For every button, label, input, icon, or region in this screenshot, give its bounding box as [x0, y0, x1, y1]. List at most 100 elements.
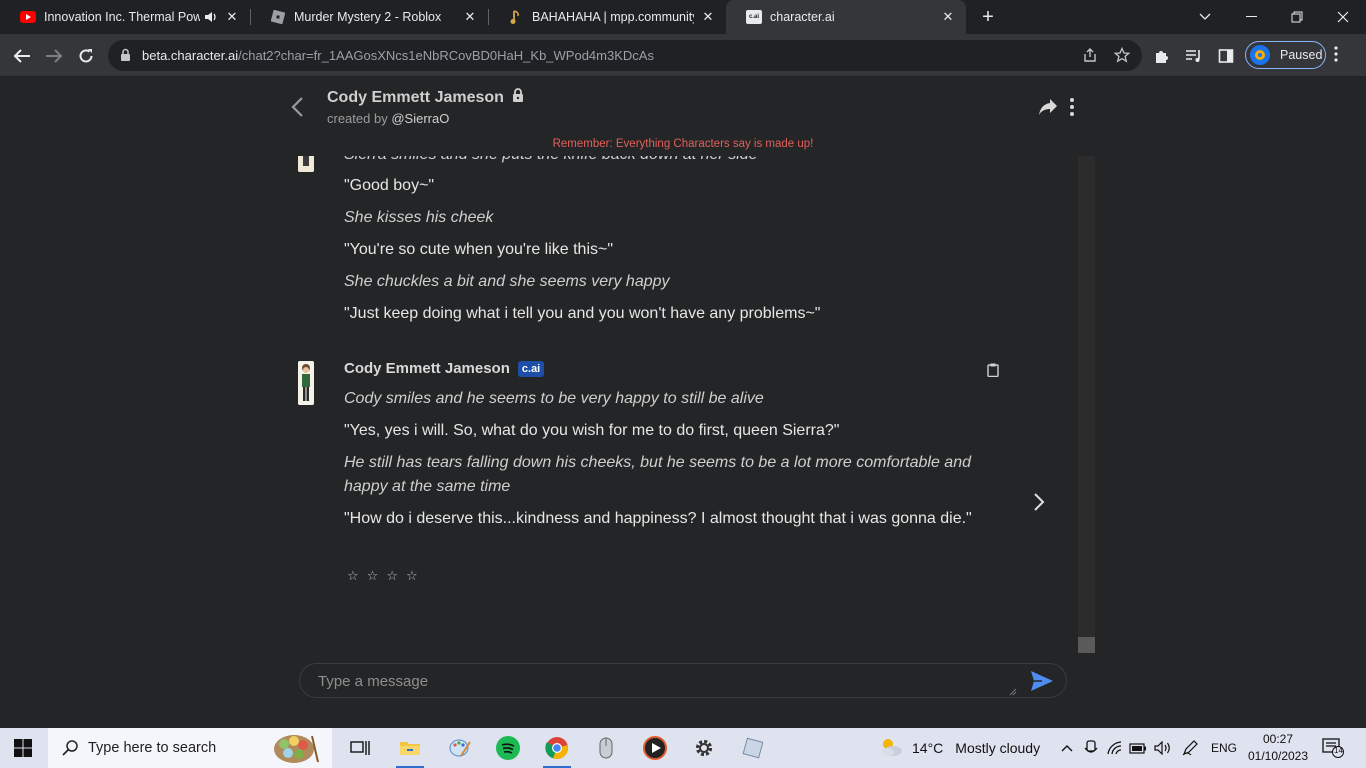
share-page-icon[interactable] — [1082, 47, 1100, 65]
chat-scrollbar-thumb[interactable] — [1078, 637, 1095, 653]
chrome-icon[interactable] — [533, 728, 581, 768]
send-icon[interactable] — [1030, 670, 1054, 692]
resize-handle-icon[interactable] — [1007, 683, 1017, 696]
file-explorer-icon[interactable] — [386, 728, 434, 768]
roblox-studio-icon[interactable] — [729, 728, 777, 768]
tab-character-ai[interactable]: c.ai character.ai ✕ — [726, 0, 966, 34]
reload-button[interactable] — [72, 42, 100, 70]
search-placeholder: Type here to search — [88, 740, 217, 756]
disclaimer-banner: Remember: Everything Characters say is m… — [552, 138, 814, 150]
tab-youtube[interactable]: Innovation Inc. Thermal Pow ✕ — [0, 0, 250, 34]
message-line: Cody smiles and he seems to be very happ… — [344, 390, 764, 407]
meet-now-icon[interactable] — [1080, 728, 1102, 768]
bookmark-star-icon[interactable] — [1113, 46, 1132, 65]
weather-temperature: 14°C — [912, 740, 944, 756]
message-line: "Good boy~" — [344, 177, 435, 194]
windows-start-icon[interactable] — [14, 739, 32, 757]
user-avatar — [298, 156, 314, 172]
spotify-icon[interactable] — [484, 728, 532, 768]
battery-icon[interactable] — [1127, 728, 1149, 768]
back-button[interactable] — [8, 42, 36, 70]
tab-title: BAHAHAHA | mpp.community — [532, 10, 694, 24]
forward-button[interactable] — [40, 42, 68, 70]
media-player-icon[interactable] — [631, 728, 679, 768]
chat-back-icon[interactable] — [290, 96, 310, 118]
minimize-button[interactable] — [1228, 0, 1274, 34]
tab-title: character.ai — [770, 10, 835, 24]
notification-center-icon[interactable]: 14 — [1322, 738, 1344, 758]
message-line: He still has tears falling down his chee… — [344, 454, 971, 495]
character-name: Cody Emmett Jameson — [327, 89, 504, 106]
rating-star[interactable]: ☆ — [386, 568, 398, 584]
address-bar[interactable]: beta.character.ai/chat2?char=fr_1AAGosXN… — [108, 40, 1142, 71]
clipboard-icon[interactable] — [987, 363, 999, 378]
input-language[interactable]: ENG — [1206, 728, 1242, 768]
mouse-app-icon[interactable] — [582, 728, 630, 768]
close-tab-icon[interactable]: ✕ — [462, 9, 478, 25]
partly-cloudy-icon — [878, 736, 904, 761]
pen-icon[interactable] — [1179, 728, 1201, 768]
share-arrow-icon[interactable] — [1038, 98, 1058, 118]
message-line: "You're so cute when you're like this~" — [344, 241, 614, 258]
url-path: /chat2?char=fr_1AAGosXNcs1eNbRCovBD0HaH_… — [238, 48, 654, 63]
wifi-icon[interactable] — [1104, 728, 1126, 768]
tab-mpp[interactable]: BAHAHAHA | mpp.community ✕ — [488, 0, 726, 34]
browser-menu-icon[interactable] — [1334, 46, 1348, 66]
clock-date: 01/10/2023 — [1247, 749, 1309, 763]
paused-label: Paused — [1280, 48, 1323, 62]
speaker-icon[interactable] — [204, 10, 218, 24]
close-tab-icon[interactable]: ✕ — [700, 9, 716, 25]
message-line: "Just keep doing what i tell you and you… — [344, 305, 821, 322]
windows-taskbar: Type here to search 14°C Mostly cloudy E… — [0, 728, 1366, 768]
system-clock[interactable]: 00:27 01/10/2023 — [1246, 731, 1310, 765]
side-panel-icon[interactable] — [1216, 46, 1236, 66]
rating-star[interactable]: ☆ — [347, 568, 359, 584]
cai-favicon-text: c.ai — [748, 14, 759, 20]
task-view-icon[interactable] — [336, 728, 384, 768]
message-input[interactable] — [318, 671, 1008, 691]
cai-icon: c.ai — [746, 10, 762, 24]
creator-line: created by @SierraO — [327, 111, 449, 126]
author-name[interactable]: Cody Emmett Jameson — [344, 360, 510, 377]
profile-paused-button[interactable]: Paused — [1245, 41, 1326, 69]
paint-icon[interactable] — [436, 728, 484, 768]
lock-icon[interactable] — [120, 48, 131, 67]
media-control-icon[interactable] — [1184, 46, 1204, 66]
tab-search-button[interactable] — [1182, 0, 1228, 34]
tab-roblox[interactable]: Murder Mystery 2 - Roblox ✕ — [250, 0, 488, 34]
music-note-icon — [508, 9, 524, 25]
chat-scrollbar[interactable] — [1078, 156, 1095, 653]
lock-icon — [512, 88, 524, 108]
creator-link[interactable]: @SierraO — [391, 111, 449, 126]
chat-options-icon[interactable] — [1070, 98, 1078, 118]
character-avatar[interactable] — [298, 361, 314, 405]
created-by-label: created by — [327, 111, 388, 126]
profile-avatar-icon — [1250, 45, 1270, 65]
close-tab-icon[interactable]: ✕ — [940, 9, 956, 25]
volume-icon[interactable] — [1152, 728, 1174, 768]
show-hidden-icons[interactable] — [1058, 728, 1076, 768]
chat-messages[interactable]: Sierra smiles and she puts the knife bac… — [272, 156, 1078, 653]
youtube-icon — [20, 9, 36, 25]
message-line: She kisses his cheek — [344, 209, 494, 226]
new-tab-button[interactable]: + — [978, 6, 998, 28]
message-composer — [299, 663, 1067, 698]
chat-header: Cody Emmett Jameson created by @SierraO … — [272, 78, 1094, 156]
rating-star[interactable]: ☆ — [406, 568, 418, 584]
close-window-button[interactable] — [1320, 0, 1366, 34]
settings-gear-icon[interactable] — [680, 728, 728, 768]
notification-count: 14 — [1334, 746, 1343, 755]
message-line: "How do i deserve this...kindness and ha… — [344, 510, 972, 527]
taskbar-search[interactable]: Type here to search — [48, 728, 332, 768]
character-title: Cody Emmett Jameson — [327, 88, 524, 108]
extensions-puzzle-icon[interactable] — [1152, 46, 1172, 66]
next-response-icon[interactable] — [1033, 492, 1049, 514]
rating-star[interactable]: ☆ — [367, 568, 379, 584]
close-tab-icon[interactable]: ✕ — [224, 9, 240, 25]
message-line: Sierra smiles and she puts the knife bac… — [344, 156, 974, 167]
roblox-icon — [270, 9, 286, 25]
weather-widget[interactable]: 14°C Mostly cloudy — [878, 728, 1040, 768]
search-icon — [62, 740, 78, 756]
clock-time: 00:27 — [1262, 732, 1294, 746]
restore-button[interactable] — [1274, 0, 1320, 34]
